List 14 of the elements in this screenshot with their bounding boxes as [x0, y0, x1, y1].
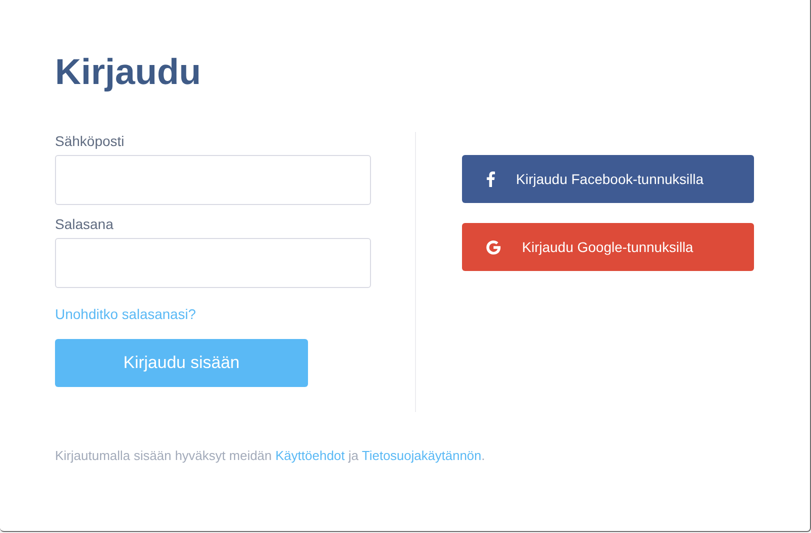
field-label: Salasana: [55, 215, 114, 233]
field-label: Sähköposti: [55, 132, 124, 150]
facebook-icon: [486, 171, 495, 187]
input-field[interactable]: [55, 155, 371, 205]
google-sign-in-button[interactable]: Kirjaudu Google-tunnuksilla: [462, 223, 754, 271]
terms-notice: Kirjautumalla sisään hyväksyt meidän Käyttöehdot ja Tietosuojakäytännön.: [55, 447, 486, 465]
facebook-sign-in-button[interactable]: Kirjaudu Facebook-tunnuksilla: [462, 155, 754, 203]
page-title: Kirjaudu: [55, 50, 202, 94]
sign-in-button[interactable]: Kirjaudu sisään: [55, 339, 308, 387]
google-icon: [486, 240, 501, 254]
terms-link[interactable]: Käyttöehdot: [275, 448, 345, 463]
forgot-password-link[interactable]: Unohditko salasanasi?: [55, 305, 196, 323]
input-field[interactable]: [55, 238, 371, 288]
terms-link[interactable]: Tietosuojakäytännön: [362, 448, 482, 463]
